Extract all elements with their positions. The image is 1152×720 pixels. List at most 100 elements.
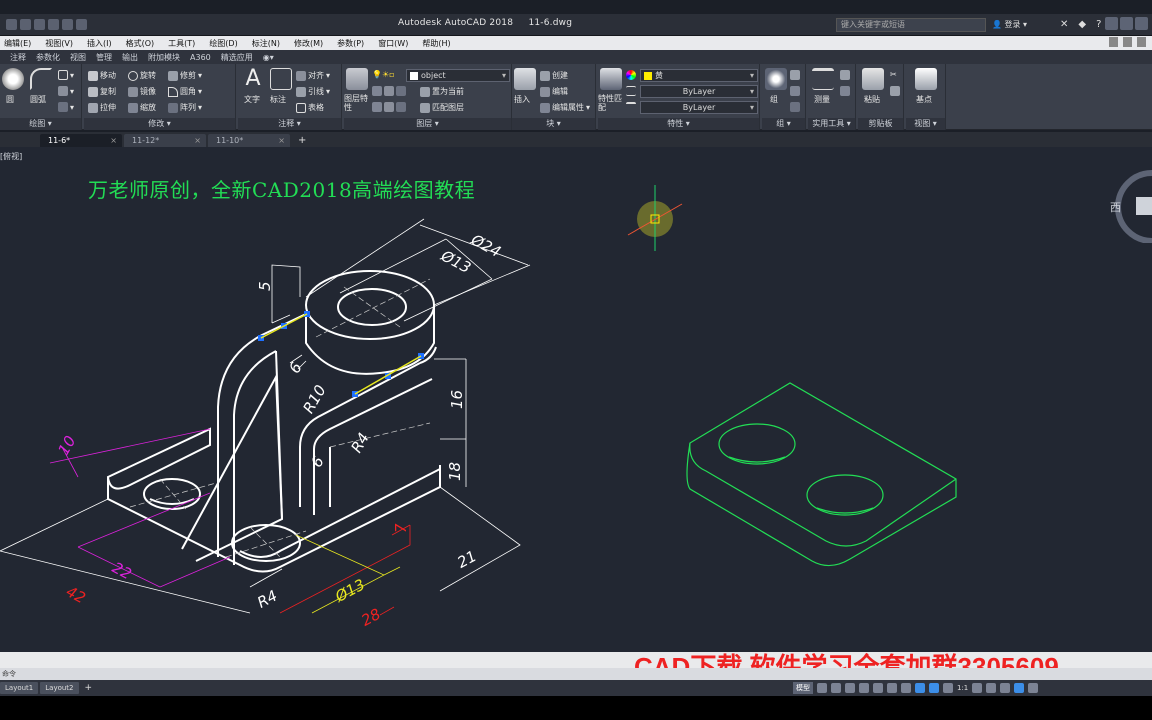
arc-icon[interactable] — [30, 68, 52, 90]
annotation-scale-icon[interactable] — [943, 683, 953, 693]
isodraft-icon[interactable] — [873, 683, 883, 693]
add-layout-button[interactable]: + — [85, 683, 93, 693]
menu-draw[interactable]: 绘图(D) — [209, 38, 237, 49]
doc-close-icon[interactable] — [1137, 37, 1146, 47]
tab-view[interactable]: 视图 — [70, 52, 86, 63]
match-properties-button[interactable]: 特性匹配 — [598, 94, 624, 112]
panel-modify-title[interactable]: 修改 ▾ — [84, 118, 235, 130]
help-icon[interactable]: ? — [1096, 19, 1101, 30]
undo-icon[interactable] — [62, 19, 73, 30]
text-button[interactable]: 文字 — [244, 94, 260, 105]
customize-icon[interactable] — [1028, 683, 1039, 693]
match-properties-icon[interactable] — [600, 68, 622, 90]
menu-dimension[interactable]: 标注(N) — [252, 38, 280, 49]
color-dropdown[interactable]: 黄 ▾ — [640, 69, 758, 82]
isolate-icon[interactable] — [1000, 683, 1011, 693]
layer-tools-row2[interactable] — [372, 102, 406, 112]
viewcube-face[interactable] — [1136, 197, 1152, 215]
annotation-visibility-icon[interactable] — [929, 683, 939, 693]
snap-icon[interactable] — [831, 683, 841, 693]
tab-more-icon[interactable]: ◉▾ — [263, 53, 274, 62]
selection-cycling-icon[interactable] — [915, 683, 925, 693]
tab-parametric[interactable]: 参数化 — [36, 52, 60, 63]
arc-button[interactable]: 圆弧 — [30, 94, 46, 105]
model-space-button[interactable]: 模型 — [793, 682, 813, 694]
leader-button[interactable]: 引线 ▾ — [296, 86, 330, 97]
cut-icon[interactable]: ✂ — [890, 70, 897, 79]
group-select-icon[interactable] — [790, 102, 800, 112]
align-button[interactable]: 对齐 ▾ — [296, 70, 330, 81]
mirror-button[interactable]: 镜像 — [128, 86, 156, 97]
measure-button[interactable]: 测量 — [814, 94, 830, 105]
scale-button[interactable]: 缩放 — [128, 102, 156, 113]
lineweight-toggle-icon[interactable] — [901, 683, 911, 693]
polar-icon[interactable] — [859, 683, 869, 693]
tab-output[interactable]: 输出 — [122, 52, 138, 63]
group-edit-icon[interactable] — [790, 86, 800, 96]
linetype-icon[interactable] — [626, 86, 636, 96]
insert-block-icon[interactable] — [514, 68, 536, 90]
hardware-acceleration-icon[interactable] — [1014, 683, 1025, 693]
edit-block-button[interactable]: 编辑 — [540, 86, 568, 97]
redo-icon[interactable] — [76, 19, 87, 30]
doc-restore-icon[interactable] — [1123, 37, 1132, 47]
green-plate-model[interactable] — [686, 382, 957, 567]
panel-view-title[interactable]: 视图 ▾ — [906, 118, 945, 130]
drawing-canvas[interactable]: Ø24 Ø13 5 6 R10 16 R4 6 18 10 22 42 R4 Ø… — [0, 147, 1152, 652]
measure-icon[interactable] — [812, 68, 834, 90]
menu-help[interactable]: 帮助(H) — [422, 38, 450, 49]
minimize-icon[interactable] — [1105, 17, 1118, 30]
layout-tab-1[interactable]: Layout1 — [0, 682, 39, 694]
osnap-icon[interactable] — [887, 683, 897, 693]
panel-annotation-title[interactable]: 注释 ▾ — [238, 118, 341, 130]
lineweight-dropdown[interactable]: ByLayer ▾ — [640, 101, 758, 114]
lineweight-icon[interactable] — [626, 102, 636, 112]
hatch-icon[interactable]: ▾ — [58, 86, 74, 96]
layer-state-icons[interactable]: 💡☀▫ — [372, 70, 395, 79]
base-view-icon[interactable] — [915, 68, 937, 90]
dimension-button[interactable]: 标注 — [270, 94, 286, 105]
circle-icon[interactable] — [2, 68, 24, 90]
tab-addins[interactable]: 附加模块 — [148, 52, 180, 63]
tab-manage[interactable]: 管理 — [96, 52, 112, 63]
util-icon-2[interactable] — [840, 86, 850, 96]
close-icon[interactable]: × — [110, 134, 117, 147]
panel-layers-title[interactable]: 图层 ▾ — [344, 118, 511, 130]
make-current-button[interactable]: 置为当前 — [420, 86, 464, 97]
base-button[interactable]: 基点 — [916, 94, 932, 105]
panel-properties-title[interactable]: 特性 ▾ — [598, 118, 759, 130]
menu-parametric[interactable]: 参数(P) — [337, 38, 364, 49]
drawing-viewport[interactable]: Ø24 Ø13 5 6 R10 16 R4 6 18 10 22 42 R4 Ø… — [0, 147, 1152, 652]
paste-icon[interactable] — [862, 68, 884, 90]
new-tab-button[interactable]: + — [298, 134, 306, 147]
copy-clip-icon[interactable] — [890, 86, 900, 96]
menu-tools[interactable]: 工具(T) — [168, 38, 195, 49]
edit-attr-button[interactable]: 编辑属性 ▾ — [540, 102, 590, 113]
layout-tab-2[interactable]: Layout2 — [40, 682, 79, 694]
group-button[interactable]: 组 — [770, 94, 778, 105]
tab-a360[interactable]: A360 — [190, 53, 211, 62]
print-icon[interactable] — [48, 19, 59, 30]
menu-modify[interactable]: 修改(M) — [294, 38, 323, 49]
menu-window[interactable]: 窗口(W) — [378, 38, 408, 49]
exchange-icon[interactable]: ✕ — [1060, 19, 1068, 30]
util-icon-1[interactable] — [840, 70, 850, 80]
circle-button[interactable]: 圆 — [6, 94, 14, 105]
doc-tab-start[interactable] — [0, 134, 36, 147]
trim-button[interactable]: 修剪 ▾ — [168, 70, 202, 81]
layer-properties-button[interactable]: 图层特性 — [344, 94, 370, 112]
plus-icon[interactable] — [986, 683, 997, 693]
new-icon[interactable] — [6, 19, 17, 30]
save-icon[interactable] — [34, 19, 45, 30]
match-layer-button[interactable]: 匹配图层 — [420, 102, 464, 113]
layer-dropdown[interactable]: object ▾ — [406, 69, 510, 82]
paste-button[interactable]: 粘贴 — [864, 94, 880, 105]
layer-tools-row1[interactable] — [372, 86, 406, 96]
bracket-model[interactable] — [106, 270, 441, 573]
copy-button[interactable]: 复制 — [88, 86, 116, 97]
panel-block-title[interactable]: 块 ▾ — [512, 118, 595, 130]
command-input[interactable]: 命令 — [0, 668, 1152, 680]
maximize-icon[interactable] — [1120, 17, 1133, 30]
rectangle-icon[interactable]: ▾ — [58, 70, 74, 80]
group-icon[interactable] — [765, 68, 787, 90]
